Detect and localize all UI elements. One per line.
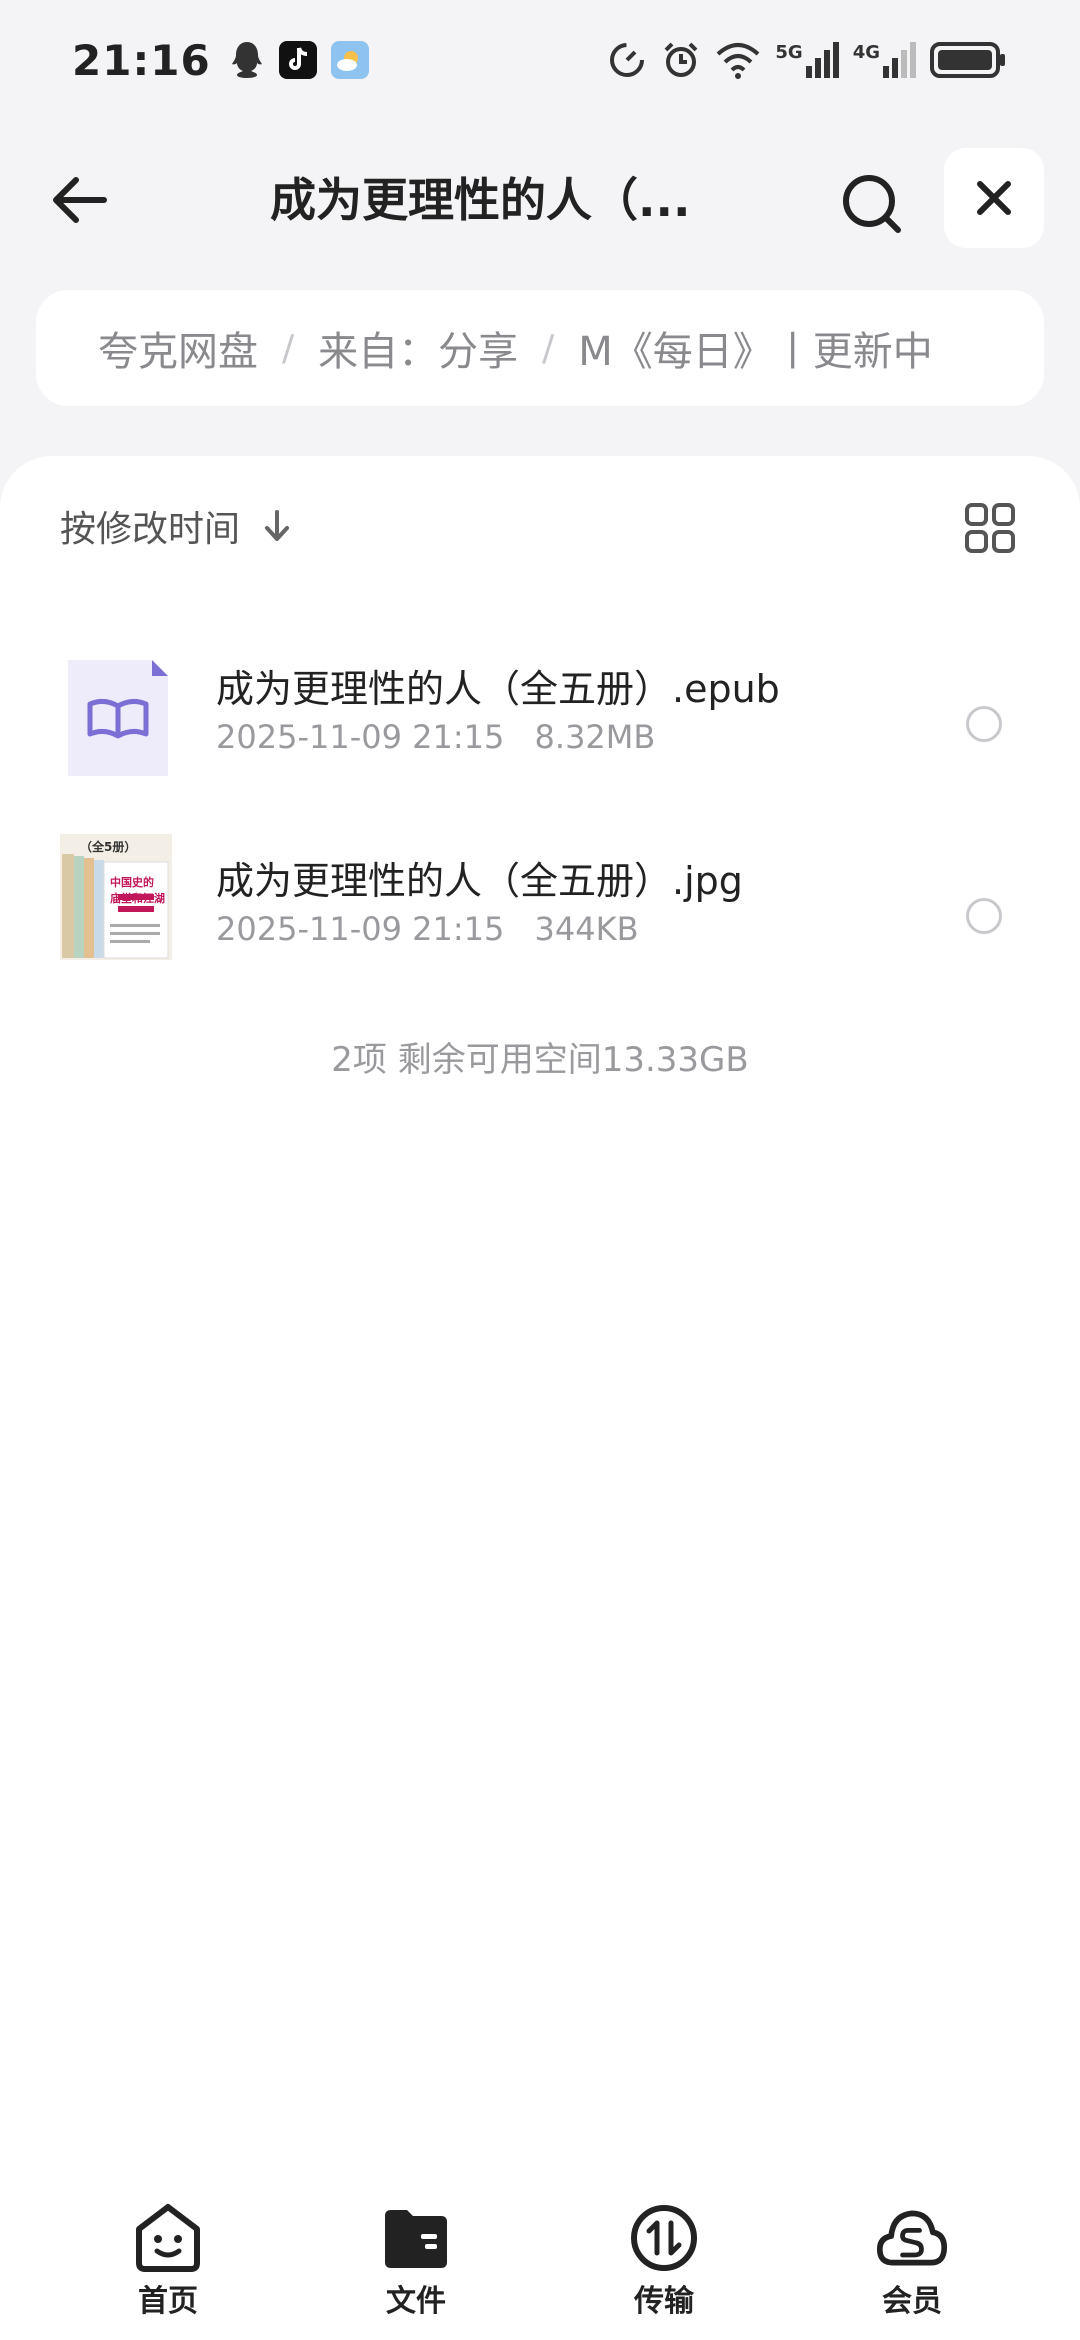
nav-transfer-label: 传输 <box>634 2284 694 2319</box>
breadcrumb-separator: / <box>282 327 295 369</box>
file-size: 344KB <box>534 910 639 948</box>
nav-member[interactable]: 会员 <box>842 2202 982 2320</box>
network-type-5g: 5G <box>775 42 803 63</box>
file-size: 8.32MB <box>534 718 656 756</box>
signal-5g-icon: 5G <box>775 42 839 78</box>
nav-files-label: 文件 <box>386 2284 446 2319</box>
file-meta: 2025-11-09 21:15 344KB <box>216 910 639 948</box>
network-type-4g: 4G <box>852 42 880 63</box>
alarm-icon <box>664 42 698 77</box>
nav-home-label: 首页 <box>138 2284 198 2319</box>
grid-view-toggle[interactable] <box>958 496 1022 560</box>
signal-4g-icon: 4G <box>853 42 916 78</box>
wifi-icon <box>717 43 760 79</box>
status-time: 21:16 <box>72 35 211 85</box>
storage-summary: 2项 剩余可用空间13.33GB <box>331 1040 749 1080</box>
grid-icon <box>965 503 1015 553</box>
qq-icon <box>231 42 262 78</box>
system-icons: 5G 4G <box>607 40 1008 80</box>
member-cloud-icon <box>876 2202 948 2274</box>
thumb-headline: 中国史的 <box>110 876 154 889</box>
sort-label: 按修改时间 <box>60 509 241 550</box>
file-meta: 2025-11-09 21:15 8.32MB <box>216 718 655 756</box>
thumb-headline: 庙堂和江湖 <box>110 892 165 905</box>
file-row-jpg[interactable]: （全5册） 中国史的 庙堂和江湖 成为更理性的人（全五册）.jpg 2025-1… <box>0 808 1080 988</box>
back-button[interactable] <box>44 170 116 230</box>
status-bar: 21:16 5G 4G <box>0 0 1080 120</box>
file-date: 2025-11-09 21:15 <box>216 910 505 948</box>
back-arrow-icon <box>53 177 107 223</box>
breadcrumb-item-folder[interactable]: M《每日》丨更新中 <box>578 319 933 377</box>
home-face-icon <box>132 2202 204 2274</box>
bottom-nav: 首页 文件 传输 会员 <box>0 2190 1080 2340</box>
transfer-icon <box>628 2202 700 2274</box>
sort-selector[interactable]: 按修改时间 <box>60 500 292 552</box>
breadcrumb-item-shared[interactable]: 来自：分享 <box>318 319 518 377</box>
file-name: 成为更理性的人（全五册）.epub <box>216 667 780 711</box>
breadcrumb-separator: / <box>542 327 555 369</box>
search-button[interactable] <box>836 168 908 240</box>
close-icon <box>977 181 1011 215</box>
close-button[interactable] <box>944 148 1044 248</box>
battery-icon <box>930 42 1005 78</box>
file-list-panel: 按修改时间 成为更理性的人（全五册）.epub 2025-11-09 21:15… <box>0 456 1080 2340</box>
search-icon <box>843 175 901 233</box>
data-saver-icon <box>610 43 645 77</box>
epub-file-icon <box>64 656 172 780</box>
nav-files[interactable]: 文件 <box>346 2202 486 2320</box>
weather-icon <box>330 41 369 79</box>
thumb-badge: （全5册） <box>80 840 137 854</box>
breadcrumb-item-root[interactable]: 夸克网盘 <box>98 319 258 377</box>
nav-transfer[interactable]: 传输 <box>594 2202 734 2320</box>
tiktok-icon <box>278 41 317 79</box>
file-name: 成为更理性的人（全五册）.jpg <box>216 859 743 903</box>
breadcrumb: 夸克网盘 / 来自：分享 / M《每日》丨更新中 <box>36 290 1044 406</box>
notification-icons <box>229 40 369 80</box>
select-radio[interactable] <box>966 898 1002 934</box>
file-date: 2025-11-09 21:15 <box>216 718 505 756</box>
file-row-epub[interactable]: 成为更理性的人（全五册）.epub 2025-11-09 21:15 8.32M… <box>0 616 1080 796</box>
nav-member-label: 会员 <box>882 2284 942 2319</box>
nav-home[interactable]: 首页 <box>98 2202 238 2320</box>
page-title: 成为更理性的人（... <box>270 173 691 227</box>
folder-icon <box>380 2202 452 2274</box>
image-thumbnail: （全5册） 中国史的 庙堂和江湖 <box>60 834 172 960</box>
sort-direction-icon <box>262 508 292 544</box>
select-radio[interactable] <box>966 706 1002 742</box>
header: 成为更理性的人（... <box>0 140 1080 260</box>
